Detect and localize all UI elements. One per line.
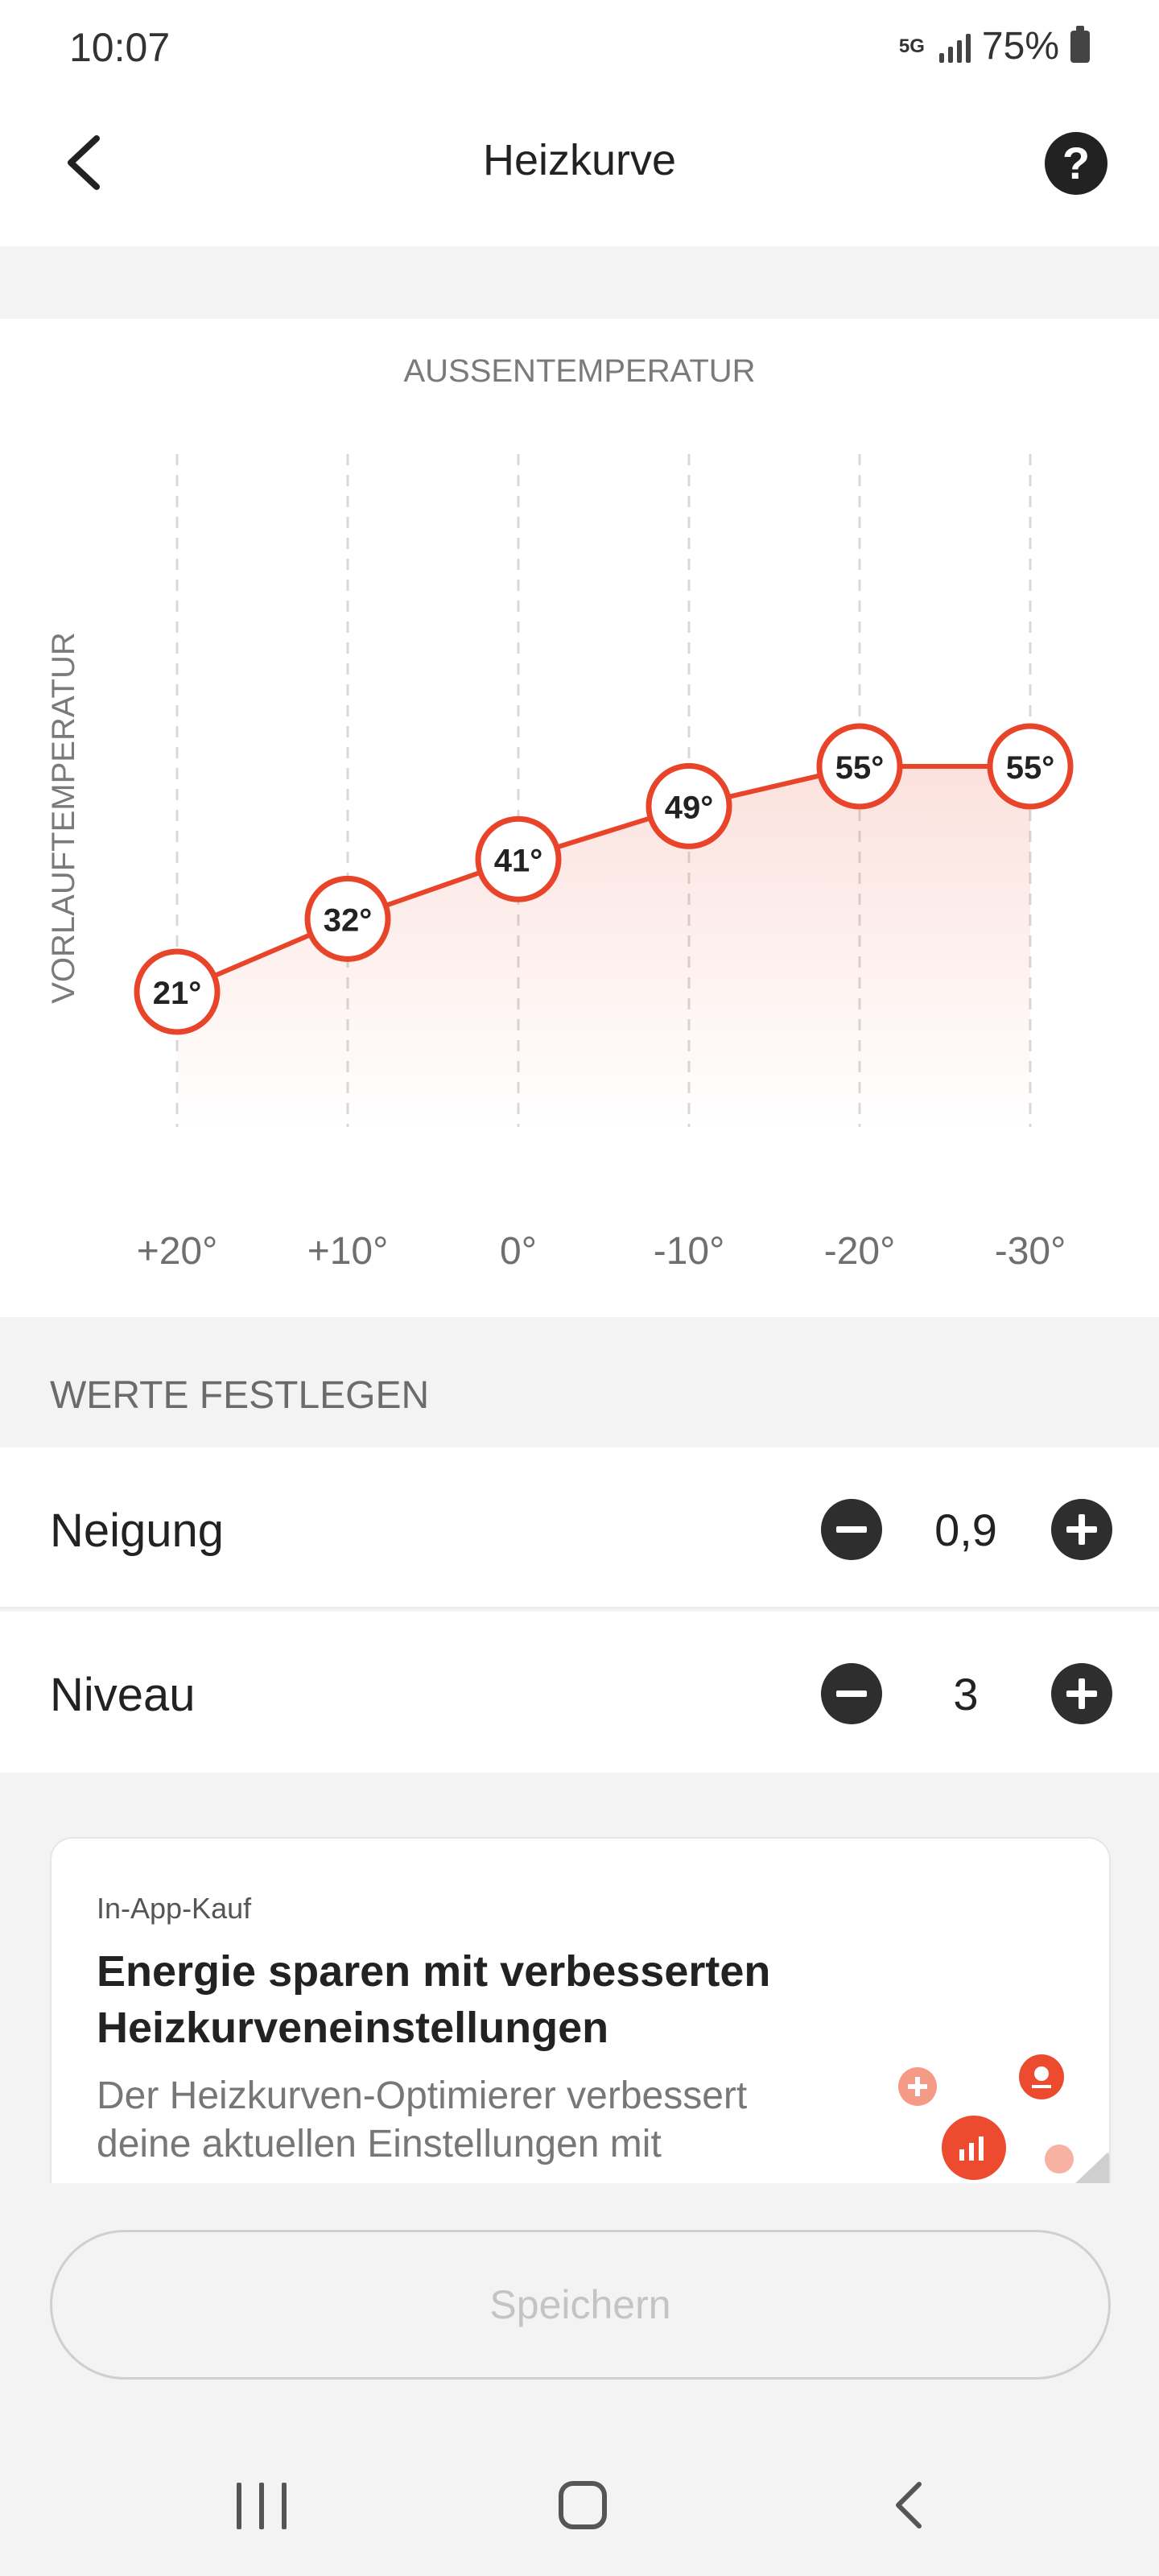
signal-icon xyxy=(938,31,971,63)
curve-area xyxy=(177,766,1030,1127)
section-title: WERTE FESTLEGEN xyxy=(50,1374,430,1417)
curve-point[interactable]: 55° xyxy=(816,723,903,810)
neigung-label: Neigung xyxy=(50,1505,225,1557)
x-tick-label: -30° xyxy=(995,1230,1066,1273)
back-arrow-icon xyxy=(896,2482,922,2529)
save-button[interactable]: Speichern xyxy=(50,2230,1111,2380)
curve-point[interactable]: 55° xyxy=(987,723,1074,810)
point-label: 32° xyxy=(324,902,373,938)
heating-curve-chart: AUSSENTEMPERATUR VORLAUFTEMPERATUR 21° 32… xyxy=(0,319,1159,1317)
page-title: Heizkurve xyxy=(482,136,677,184)
recent-apps-button[interactable] xyxy=(237,2483,287,2529)
x-tick-label: +20° xyxy=(137,1230,218,1273)
neigung-value: 0,9 xyxy=(934,1505,997,1555)
x-tick-label: 0° xyxy=(500,1230,537,1273)
status-bar: 10:07 5G 75% xyxy=(0,0,1159,97)
system-navigation-bar xyxy=(0,2431,1159,2576)
question-circle-icon: ? xyxy=(1062,138,1091,188)
point-label: 55° xyxy=(835,750,885,786)
niveau-decrease-button[interactable] xyxy=(821,1663,882,1724)
curve-point[interactable]: 41° xyxy=(475,815,562,902)
system-back-button[interactable] xyxy=(885,2479,934,2531)
niveau-label: Niveau xyxy=(50,1669,196,1721)
battery-percentage: 75% xyxy=(981,25,1059,68)
curve-point[interactable]: 21° xyxy=(134,948,221,1035)
promo-tag: In-App-Kauf xyxy=(97,1892,252,1925)
point-label: 55° xyxy=(1006,750,1055,786)
home-button[interactable] xyxy=(559,2481,607,2529)
point-label: 49° xyxy=(665,790,714,825)
network-type-label: 5G xyxy=(898,35,925,57)
promo-title: Energie sparen mit verbesserten Heizkurv… xyxy=(97,1947,771,2052)
x-axis-title: AUSSENTEMPERATUR xyxy=(403,353,755,389)
status-time: 10:07 xyxy=(69,25,171,70)
niveau-value: 3 xyxy=(953,1669,979,1719)
x-tick-label: -10° xyxy=(654,1230,725,1273)
promo-illustration-icon xyxy=(898,2054,1109,2183)
promo-card[interactable]: In-App-Kauf Energie sparen mit verbesser… xyxy=(50,1837,1111,2183)
x-tick-label: +10° xyxy=(307,1230,389,1273)
point-label: 41° xyxy=(494,843,543,878)
promo-description: Der Heizkurven-Optimierer verbessert dei… xyxy=(97,2074,748,2165)
minus-icon xyxy=(836,1690,867,1697)
help-button[interactable]: ? xyxy=(1045,132,1107,195)
small-bubble-icon xyxy=(1045,2145,1074,2174)
battery-icon xyxy=(1070,25,1090,63)
y-axis-title: VORLAUFTEMPERATUR xyxy=(46,632,81,1004)
neigung-increase-button[interactable] xyxy=(1051,1499,1112,1560)
niveau-increase-button[interactable] xyxy=(1051,1663,1112,1724)
status-icons: 5G 75% xyxy=(896,24,1090,68)
curve-point[interactable]: 49° xyxy=(645,762,732,849)
neigung-row: Neigung 0,9 xyxy=(0,1447,1159,1608)
app-header: Heizkurve ? xyxy=(0,97,1159,246)
neigung-decrease-button[interactable] xyxy=(821,1499,882,1560)
minus-icon xyxy=(836,1526,867,1533)
niveau-row: Niveau 3 xyxy=(0,1612,1159,1773)
x-tick-label: -20° xyxy=(824,1230,896,1273)
chart-canvas: AUSSENTEMPERATUR VORLAUFTEMPERATUR 21° 32… xyxy=(46,353,1074,1273)
curve-point[interactable]: 32° xyxy=(304,875,391,962)
point-label: 21° xyxy=(153,976,202,1011)
